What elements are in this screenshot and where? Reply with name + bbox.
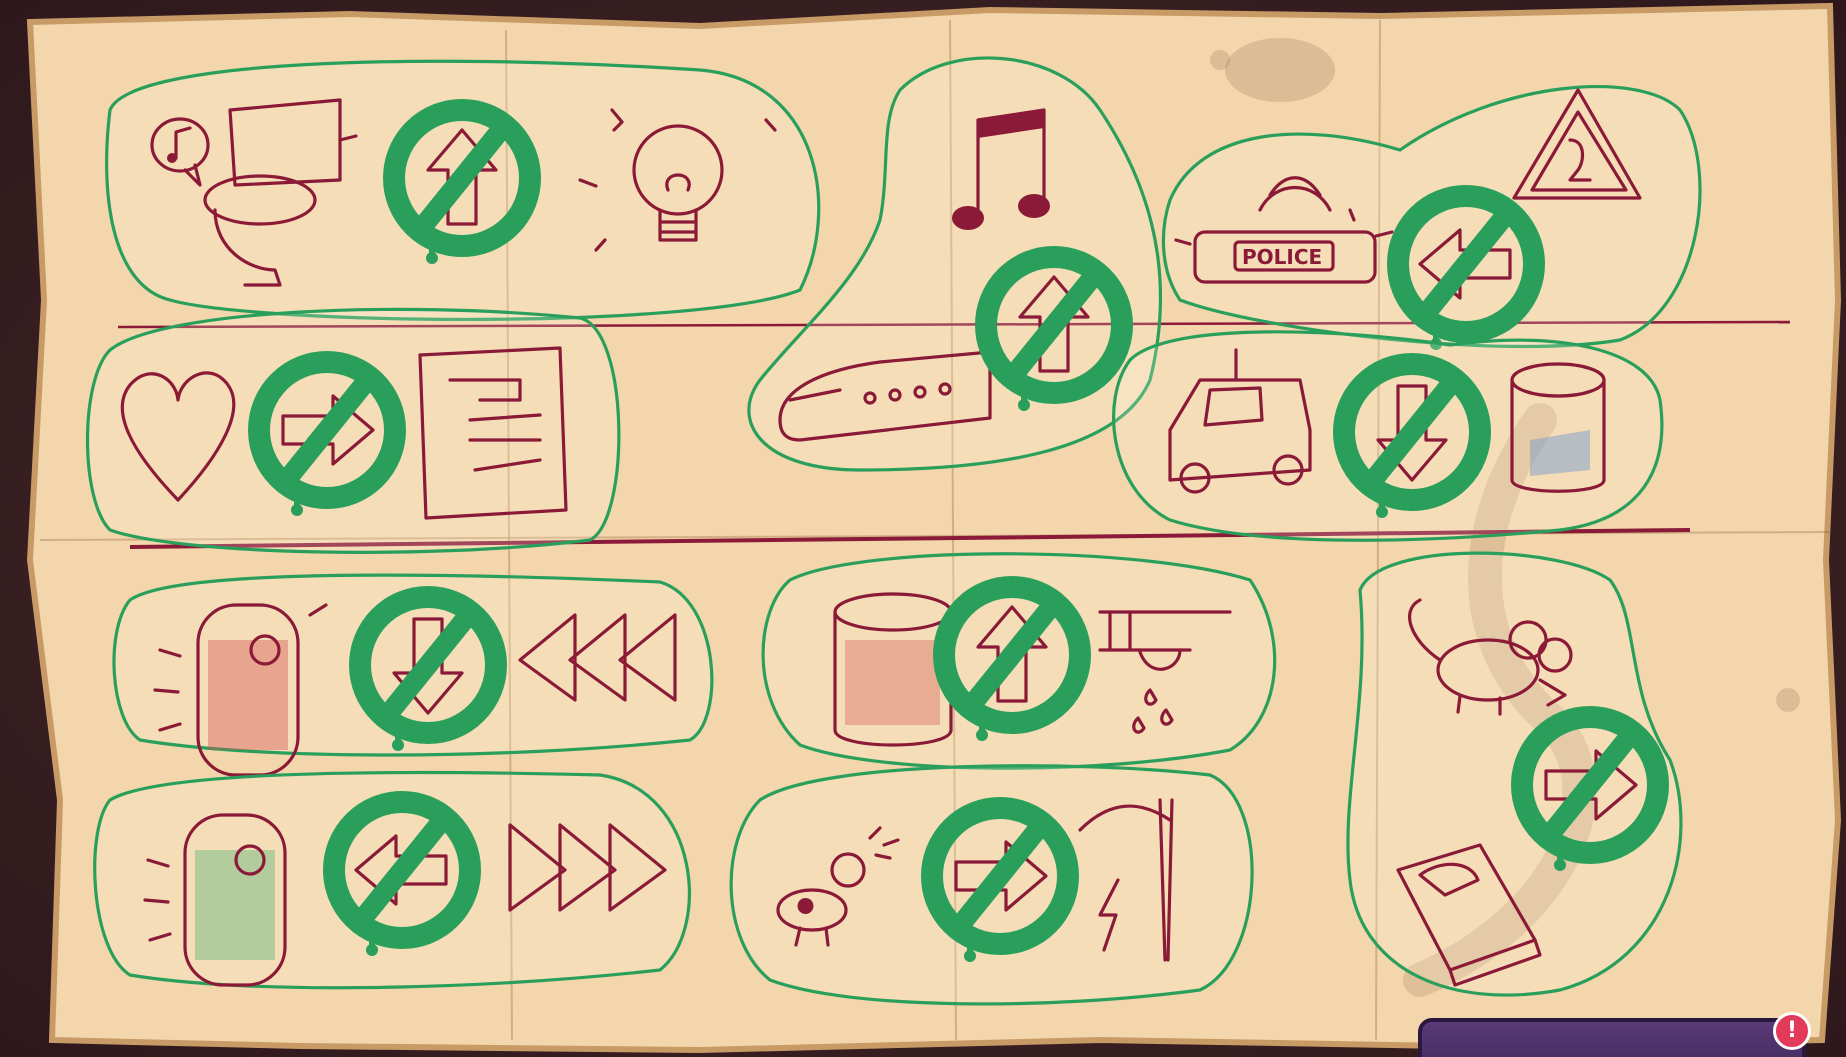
rule-barrel-up (761, 552, 1277, 770)
rule-red-lantern-down (112, 573, 714, 777)
rule-green-lantern-left (93, 770, 691, 990)
rule-heart-right (86, 307, 621, 554)
game-scene: POLICE ! (0, 0, 1846, 1057)
rule-dog-right (729, 764, 1254, 1006)
alert-panel[interactable] (1418, 1018, 1806, 1057)
rules-map: POLICE (26, 2, 1842, 1054)
police-label: POLICE (1242, 245, 1322, 269)
rule-car-down (1112, 330, 1664, 542)
alert-badge-icon[interactable]: ! (1773, 1012, 1811, 1050)
rule-toilet-up (105, 59, 821, 321)
